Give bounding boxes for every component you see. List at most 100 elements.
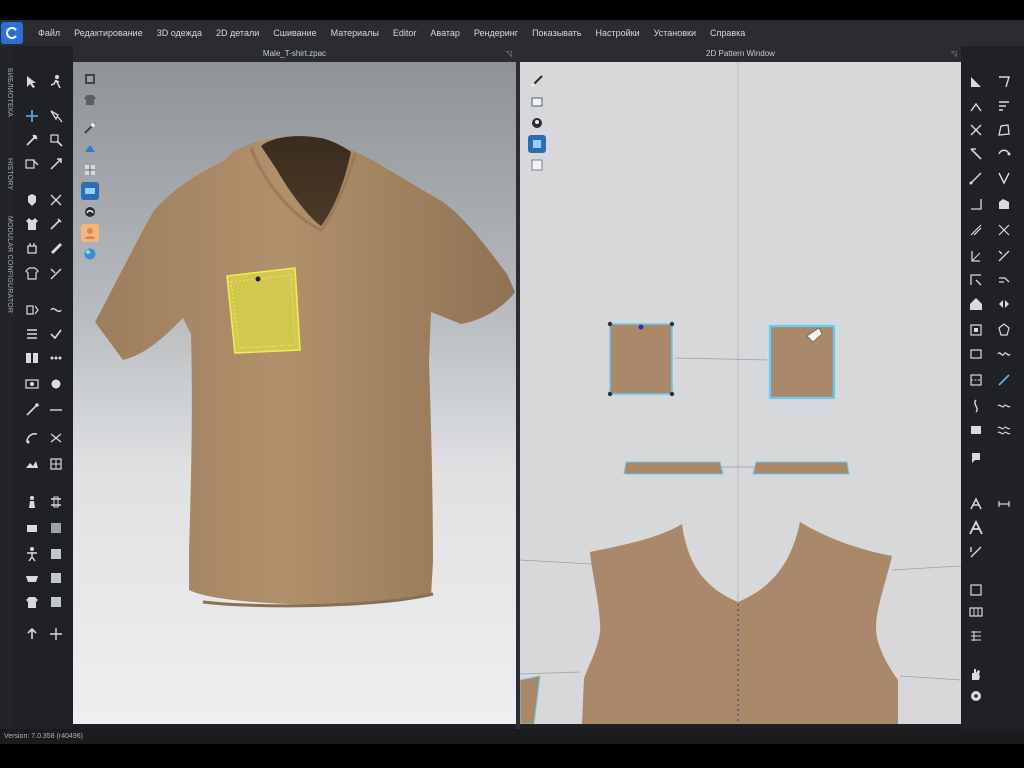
measure-list-icon[interactable]: [48, 494, 64, 510]
tack-on-avatar-icon[interactable]: [48, 192, 64, 208]
tab-modular-configurator[interactable]: MODULAR CONFIGURATOR: [1, 216, 13, 313]
notch-icon[interactable]: [968, 322, 984, 338]
shape-icon[interactable]: [996, 322, 1012, 338]
menu-edit[interactable]: Редактирование: [67, 20, 150, 46]
pattern-pieces-icon[interactable]: [24, 350, 40, 366]
table-list-icon[interactable]: [968, 628, 984, 644]
rectangle-icon[interactable]: [968, 146, 984, 162]
hand-select-icon[interactable]: [968, 688, 984, 704]
texture-icon[interactable]: [48, 456, 64, 472]
grid-table-icon[interactable]: [968, 582, 984, 598]
trace-icon[interactable]: [968, 196, 984, 212]
trim-icon[interactable]: [24, 430, 40, 446]
zoom-2d-icon[interactable]: [968, 422, 984, 438]
viewport-3d[interactable]: [73, 62, 516, 724]
tab-history[interactable]: HISTORY: [1, 158, 13, 190]
buttonhole-icon[interactable]: [48, 376, 64, 392]
select-move-icon[interactable]: [24, 74, 40, 90]
elastic-icon[interactable]: [996, 346, 1012, 362]
menu-3d-garment[interactable]: 3D одежда: [150, 20, 209, 46]
edit-point-icon[interactable]: [996, 74, 1012, 90]
topstitch-icon[interactable]: [968, 372, 984, 388]
fabric-icon[interactable]: [24, 520, 40, 536]
graphic-icon[interactable]: [24, 456, 40, 472]
garment-tool-icon[interactable]: [48, 216, 64, 232]
sewing-list-icon[interactable]: [24, 326, 40, 342]
menu-preferences[interactable]: Установки: [647, 20, 703, 46]
seam-allowance-icon[interactable]: [996, 222, 1012, 238]
pattern-2d-canvas[interactable]: [520, 62, 961, 724]
menu-help[interactable]: Справка: [703, 20, 752, 46]
circle-icon[interactable]: [996, 146, 1012, 162]
graphic-2d-icon[interactable]: [968, 544, 984, 560]
trim-list-icon[interactable]: [48, 430, 64, 446]
text-tool-icon[interactable]: [968, 496, 984, 512]
measure-icon[interactable]: [48, 240, 64, 256]
line-tool-icon[interactable]: [48, 402, 64, 418]
arrangement-points-icon[interactable]: [48, 570, 64, 586]
text-dimension-icon[interactable]: [996, 496, 1012, 512]
steam-icon[interactable]: [24, 240, 40, 256]
symmetry-icon[interactable]: [996, 296, 1012, 312]
menu-editor[interactable]: Editor: [386, 20, 424, 46]
wave-double-icon[interactable]: [996, 422, 1012, 438]
shirt-icon[interactable]: [24, 216, 40, 232]
menu-2d-pattern[interactable]: 2D детали: [209, 20, 266, 46]
slash-spread-icon[interactable]: [996, 248, 1012, 264]
zipper-icon[interactable]: [24, 402, 40, 418]
check-sewing-icon[interactable]: [48, 326, 64, 342]
select-mesh-icon[interactable]: [48, 108, 64, 124]
walk-avatar-icon[interactable]: [48, 74, 64, 90]
shirt-grid-icon[interactable]: [48, 594, 64, 610]
layout-icon[interactable]: [968, 604, 984, 620]
menu-materials[interactable]: Материалы: [324, 20, 386, 46]
menu-display[interactable]: Показывать: [525, 20, 588, 46]
app-logo-icon[interactable]: [1, 22, 23, 44]
upload-icon[interactable]: [24, 626, 40, 642]
fold-icon[interactable]: [48, 156, 64, 172]
dart-icon[interactable]: [996, 170, 1012, 186]
tack-icon[interactable]: [24, 192, 40, 208]
menu-avatar[interactable]: Аватар: [423, 20, 467, 46]
move-arrows-icon[interactable]: [48, 626, 64, 642]
edit-curvature-icon[interactable]: [968, 98, 984, 114]
pleat-icon[interactable]: [996, 272, 1012, 288]
cut-sew-icon[interactable]: [48, 266, 64, 282]
polygon-icon[interactable]: [996, 122, 1012, 138]
avatar-pose-icon[interactable]: [24, 546, 40, 562]
unfold-icon[interactable]: [968, 296, 984, 312]
menu-sewing[interactable]: Сшивание: [266, 20, 323, 46]
pin-icon[interactable]: [24, 132, 40, 148]
free-sewing-icon[interactable]: [48, 302, 64, 318]
button-tool-icon[interactable]: [24, 376, 40, 392]
free-stitch-icon[interactable]: [968, 398, 984, 414]
tshirt-3d-render[interactable]: [73, 62, 516, 724]
menu-settings[interactable]: Настройки: [588, 20, 646, 46]
puckering-icon[interactable]: [968, 346, 984, 362]
fold-pattern-icon[interactable]: [968, 272, 984, 288]
dots-icon[interactable]: [48, 350, 64, 366]
layer-icon[interactable]: [48, 546, 64, 562]
internal-polygon-icon[interactable]: [968, 170, 984, 186]
fabric-list-icon[interactable]: [48, 520, 64, 536]
fold-arrangement-icon[interactable]: [24, 156, 40, 172]
segment-sewing-icon[interactable]: [24, 302, 40, 318]
edit-pattern-icon[interactable]: [968, 74, 984, 90]
maximize-icon[interactable]: ◹: [506, 46, 512, 62]
shirt-outline-icon[interactable]: [24, 594, 40, 610]
avatar-measure-icon[interactable]: [24, 494, 40, 510]
line-stitch-icon[interactable]: [996, 372, 1012, 388]
segment-measure-icon[interactable]: [968, 222, 984, 238]
menu-render[interactable]: Рендеринг: [467, 20, 525, 46]
arrangement-icon[interactable]: [24, 570, 40, 586]
text-large-icon[interactable]: [968, 520, 984, 536]
trace-curve-icon[interactable]: [996, 196, 1012, 212]
viewport-2d[interactable]: [520, 62, 961, 724]
hand-icon[interactable]: [968, 666, 984, 682]
edit-curve-point-icon[interactable]: [996, 98, 1012, 114]
cut-icon[interactable]: [24, 266, 40, 282]
maximize-2d-icon[interactable]: ◹: [951, 46, 957, 62]
menu-file[interactable]: Файл: [31, 20, 67, 46]
transform-icon[interactable]: [24, 108, 40, 124]
annotation-icon[interactable]: [968, 450, 984, 466]
